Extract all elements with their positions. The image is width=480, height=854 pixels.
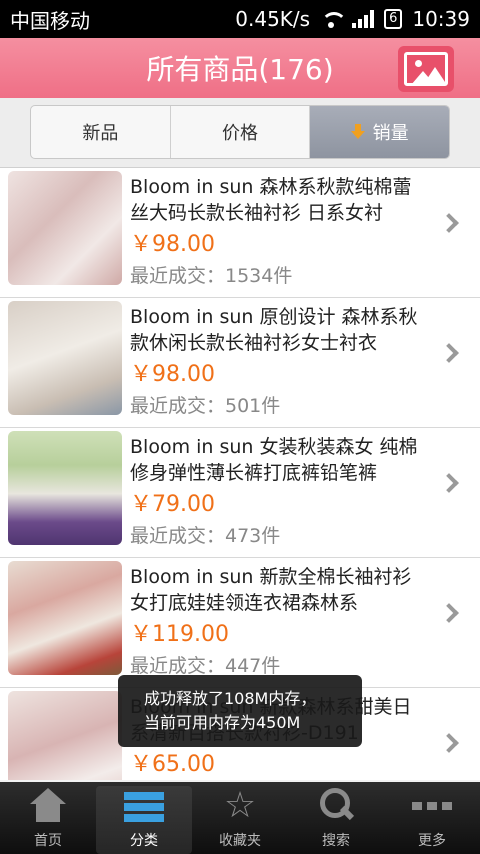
product-price: ￥79.00 xyxy=(130,492,215,517)
signal-icon xyxy=(352,10,375,28)
product-thumbnail xyxy=(8,301,122,415)
sort-tab-price[interactable]: 价格 xyxy=(171,106,311,158)
tab-label: 搜索 xyxy=(322,833,350,849)
network-speed: 0.45K/s xyxy=(235,7,311,31)
sort-tab-label: 价格 xyxy=(222,123,258,144)
star-icon: ☆ xyxy=(223,785,257,826)
sort-tab-label: 销量 xyxy=(372,123,409,144)
category-icon xyxy=(124,786,164,826)
image-view-button[interactable] xyxy=(398,46,454,92)
tab-category[interactable]: 分类 xyxy=(96,786,192,854)
product-item[interactable]: Bloom in sun 新款全棉长袖衬衫女打底娃娃领连衣裙森林系 ￥119.0… xyxy=(0,558,480,688)
product-name: Bloom in sun 女装秋装森女 纯棉修身弹性薄长裤打底裤铅笔裤 xyxy=(130,436,418,484)
chevron-right-icon xyxy=(439,343,459,363)
product-sales: 最近成交：473件 xyxy=(130,525,281,547)
page-title: 所有商品(176) xyxy=(146,53,334,86)
product-name: Bloom in sun 原创设计 森林系秋款休闲长款长袖衬衫女士衬衣 xyxy=(130,306,418,354)
sort-tab-new[interactable]: 新品 xyxy=(31,106,171,158)
chevron-right-icon xyxy=(439,213,459,233)
app-header: 所有商品(176) xyxy=(0,38,480,98)
product-price: ￥65.00 xyxy=(130,752,215,777)
product-item[interactable]: Bloom in sun 原创设计 森林系秋款休闲长款长袖衬衫女士衬衣 ￥98.… xyxy=(0,298,480,428)
sort-down-arrow-icon xyxy=(350,124,365,140)
tab-search[interactable]: 搜索 xyxy=(288,782,384,854)
product-price: ￥98.00 xyxy=(130,232,215,257)
sort-bar: 新品 价格 销量 xyxy=(0,98,480,168)
tab-label: 首页 xyxy=(34,833,62,849)
product-sales: 最近成交：501件 xyxy=(130,395,281,417)
product-thumbnail xyxy=(8,171,122,285)
chevron-right-icon xyxy=(439,603,459,623)
toast-line: 当前可用内存为450M xyxy=(144,713,301,732)
sort-tab-sales[interactable]: 销量 xyxy=(310,106,449,158)
status-bar: 中国移动 0.45K/s 6 10:39 xyxy=(0,0,480,38)
product-name: Bloom in sun 森林系秋款纯棉蕾丝大码长款长袖衬衫 日系女衬 xyxy=(130,176,412,224)
memory-toast: 成功释放了108M内存， 当前可用内存为450M xyxy=(118,675,362,747)
clock: 10:39 xyxy=(412,7,470,31)
product-name: Bloom in sun 新款全棉长袖衬衫女打底娃娃领连衣裙森林系 xyxy=(130,566,412,614)
toast-line: 成功释放了108M内存， xyxy=(144,689,317,708)
more-icon xyxy=(412,786,452,826)
product-item[interactable]: Bloom in sun 森林系秋款纯棉蕾丝大码长款长袖衬衫 日系女衬 ￥98.… xyxy=(0,168,480,298)
product-item[interactable]: Bloom in sun 女装秋装森女 纯棉修身弹性薄长裤打底裤铅笔裤 ￥79.… xyxy=(0,428,480,558)
tab-label: 更多 xyxy=(418,833,446,849)
sort-tab-label: 新品 xyxy=(82,123,119,144)
carrier-label: 中国移动 xyxy=(10,8,90,33)
chevron-right-icon xyxy=(439,473,459,493)
image-icon xyxy=(404,52,448,86)
search-icon xyxy=(316,786,356,826)
bottom-tab-bar: 首页 分类 ☆ 收藏夹 搜索 更多 xyxy=(0,782,480,854)
tab-label: 收藏夹 xyxy=(219,833,261,849)
product-price: ￥98.00 xyxy=(130,362,215,387)
product-thumbnail xyxy=(8,561,122,675)
product-thumbnail xyxy=(8,691,122,780)
product-thumbnail xyxy=(8,431,122,545)
product-price: ￥119.00 xyxy=(130,622,229,647)
battery-icon: 6 xyxy=(384,9,403,29)
home-icon xyxy=(28,786,68,826)
tab-home[interactable]: 首页 xyxy=(0,782,96,854)
sort-segmented-control: 新品 价格 销量 xyxy=(30,105,450,159)
wifi-icon xyxy=(320,10,348,28)
tab-label: 分类 xyxy=(130,833,158,849)
tab-more[interactable]: 更多 xyxy=(384,782,480,854)
chevron-right-icon xyxy=(439,733,459,753)
tab-favorites[interactable]: ☆ 收藏夹 xyxy=(192,782,288,854)
product-sales: 最近成交：1534件 xyxy=(130,265,293,287)
